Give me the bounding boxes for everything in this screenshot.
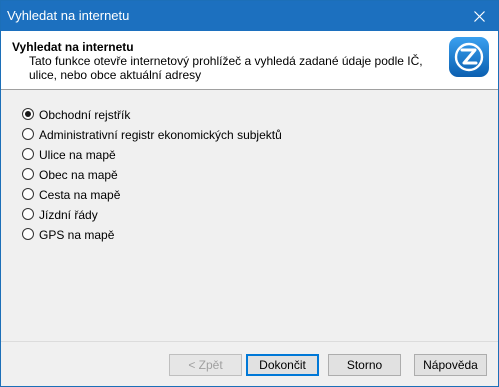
radio-button[interactable] <box>22 148 34 160</box>
option-label: Cesta na mapě <box>39 188 121 202</box>
option-label: Obec na mapě <box>39 168 118 182</box>
cancel-button[interactable]: Storno <box>328 354 401 376</box>
help-button[interactable]: Nápověda <box>414 354 487 376</box>
dialog-window: Vyhledat na internetu Vyhledat na intern… <box>0 0 499 387</box>
option-label: GPS na mapě <box>39 228 115 242</box>
close-button[interactable] <box>460 1 498 31</box>
title-bar: Vyhledat na internetu <box>1 1 498 31</box>
radio-button[interactable] <box>22 228 34 240</box>
radio-button[interactable] <box>22 168 34 180</box>
app-logo-icon <box>448 36 490 78</box>
header-description: Tato funkce otevře internetový prohlížeč… <box>29 54 423 82</box>
option-label: Obchodní rejstřík <box>39 108 131 122</box>
radio-button[interactable] <box>22 108 34 120</box>
radio-button[interactable] <box>22 128 34 140</box>
option-label: Administrativní registr ekonomických sub… <box>39 128 282 142</box>
radio-button[interactable] <box>22 188 34 200</box>
back-button[interactable]: < Zpět <box>169 354 242 376</box>
window-title: Vyhledat na internetu <box>7 8 130 23</box>
header-title: Vyhledat na internetu <box>12 40 134 54</box>
option-label: Jízdní řády <box>39 208 98 222</box>
wizard-header: Vyhledat na internetu Tato funkce otevře… <box>1 31 498 90</box>
radio-button[interactable] <box>22 208 34 220</box>
radio-selected-dot <box>25 111 31 117</box>
option-label: Ulice na mapě <box>39 148 116 162</box>
finish-button[interactable]: Dokončit <box>246 354 319 376</box>
close-icon <box>474 11 485 22</box>
footer-divider <box>1 341 498 342</box>
